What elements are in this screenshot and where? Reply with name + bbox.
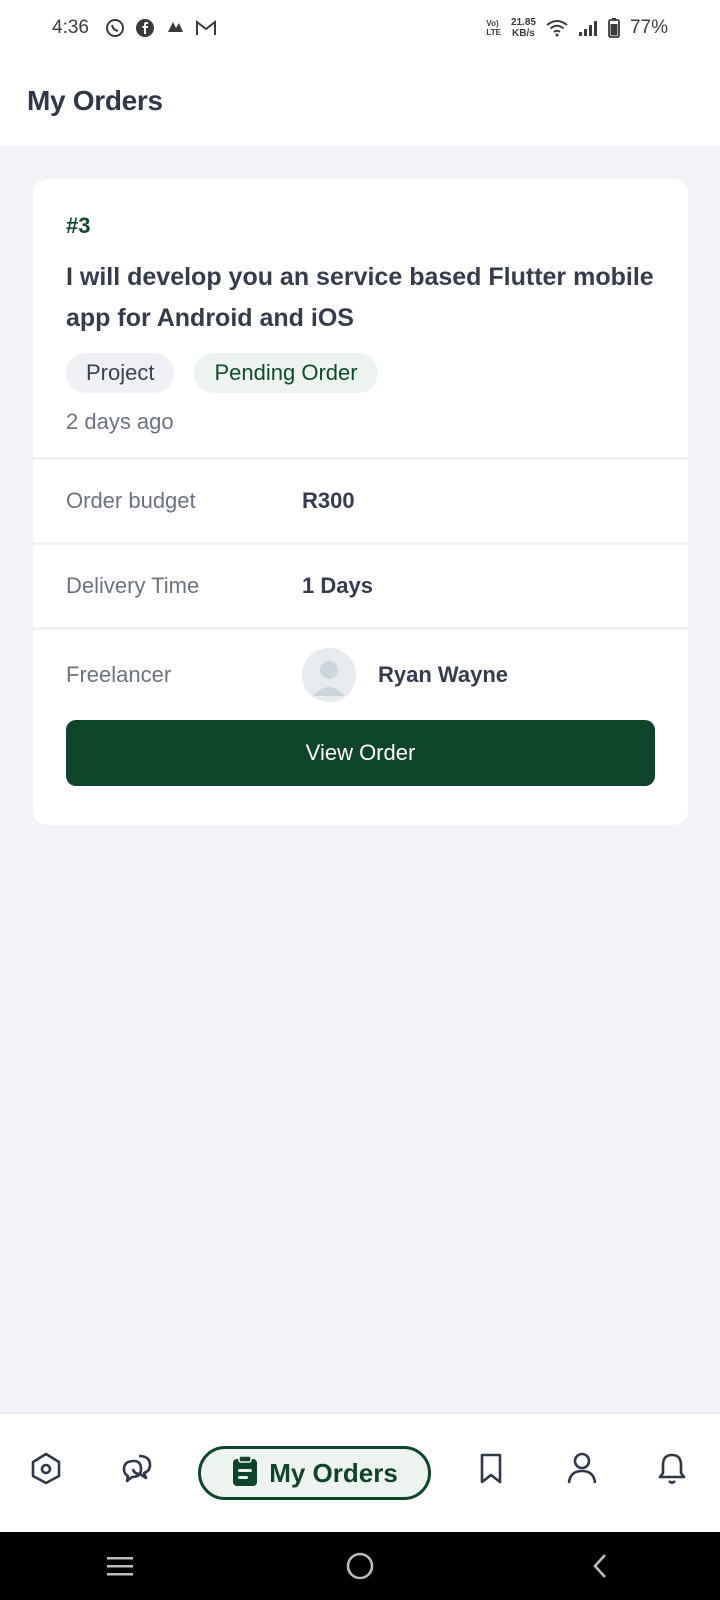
freelancer-name[interactable]: Ryan Wayne xyxy=(378,662,508,688)
freelancer-label: Freelancer xyxy=(66,661,172,687)
view-order-button[interactable]: View Order xyxy=(66,720,655,786)
delivery-value: 1 Days xyxy=(302,573,373,598)
orders-icon xyxy=(231,1454,259,1492)
battery-icon xyxy=(608,18,620,38)
app-header: My Orders xyxy=(0,56,720,146)
status-left: 4:36 xyxy=(52,17,217,39)
order-title: I will develop you an service based Flut… xyxy=(66,263,654,332)
signal-icon xyxy=(578,19,598,37)
bookmark-icon[interactable] xyxy=(469,1446,513,1490)
network-speed: 21.85 KB/s xyxy=(511,17,536,39)
chat-icon[interactable] xyxy=(115,1446,159,1490)
delivery-row: Delivery Time 1 Days xyxy=(33,542,688,627)
system-nav-bar xyxy=(0,1532,720,1600)
battery-percent: 77% xyxy=(629,17,668,38)
budget-row: Order budget R300 xyxy=(33,457,688,542)
delivery-label: Delivery Time xyxy=(66,573,200,598)
volte-indicator: Vo) LTE xyxy=(486,19,501,37)
speed-value: 21.85 xyxy=(510,17,536,28)
project-tag: Project xyxy=(66,353,175,393)
back-icon[interactable] xyxy=(570,1546,630,1586)
page-title: My Orders xyxy=(27,85,163,116)
budget-value: R300 xyxy=(302,488,355,513)
bell-icon[interactable] xyxy=(650,1446,694,1490)
wifi-icon xyxy=(546,19,568,37)
lte-label: LTE xyxy=(486,28,501,37)
budget-label: Order budget xyxy=(66,488,196,513)
status-time: 4:36 xyxy=(52,17,89,38)
nav-active-label: My Orders xyxy=(269,1457,398,1488)
profile-icon[interactable] xyxy=(560,1446,604,1490)
volte-label: Vo) xyxy=(486,19,499,28)
cloud-icon xyxy=(165,18,185,38)
order-card[interactable]: #3 I will develop you an service based F… xyxy=(33,179,688,825)
tag-row: Project Pending Order xyxy=(66,353,655,393)
home-icon[interactable] xyxy=(24,1446,68,1490)
gmail-icon xyxy=(195,19,217,37)
order-id: #3 xyxy=(66,213,91,238)
facebook-icon xyxy=(135,18,155,38)
whatsapp-icon xyxy=(105,18,125,38)
order-summary: #3 I will develop you an service based F… xyxy=(33,179,688,457)
freelancer-row: Freelancer Ryan Wayne xyxy=(33,627,688,719)
home-button-icon[interactable] xyxy=(330,1546,390,1586)
nav-my-orders[interactable]: My Orders xyxy=(198,1446,431,1500)
recent-apps-icon[interactable] xyxy=(90,1546,150,1586)
avatar[interactable] xyxy=(302,647,356,702)
status-right: Vo) LTE 21.85 KB/s 77% xyxy=(486,17,668,39)
bottom-nav: My Orders xyxy=(0,1412,720,1532)
speed-unit: KB/s xyxy=(512,28,535,39)
status-badge: Pending Order xyxy=(194,353,378,393)
status-bar: 4:36 Vo) LTE 21.85 KB/s 77% xyxy=(0,0,720,56)
order-time: 2 days ago xyxy=(66,409,174,434)
